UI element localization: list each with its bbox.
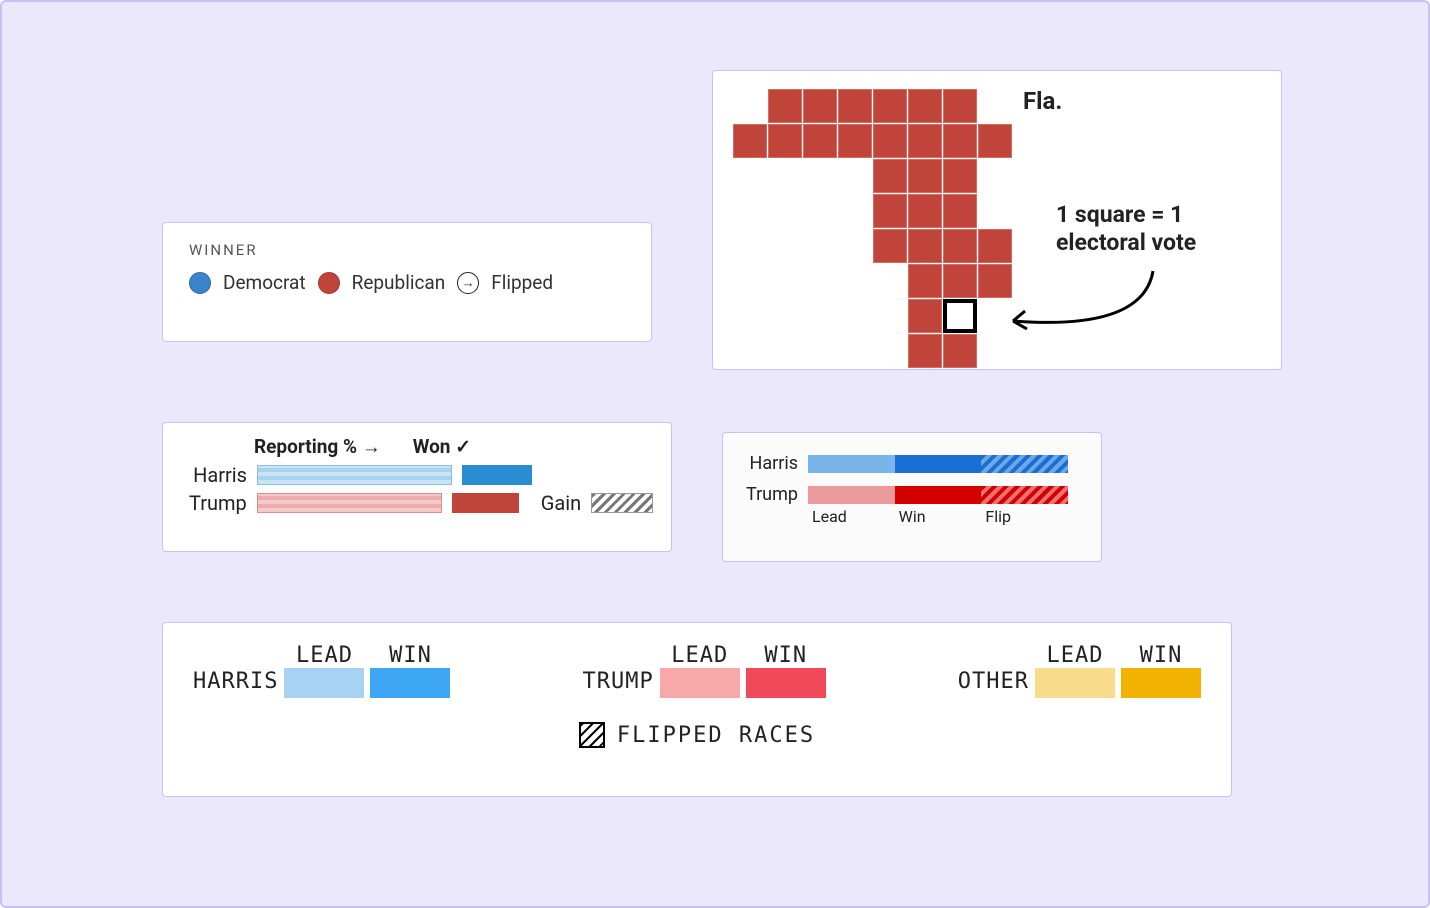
big-leadwin-legend-card: HARRIS LEAD WIN TRUMP LEAD WIN OTHER LEA… [162,622,1232,797]
republican-label: Republican [352,271,446,294]
trump-win-label: WIN [764,643,807,668]
harris-won-bar [462,465,532,485]
mini-win-label: Win [895,507,982,526]
highlighted-square [943,299,977,333]
reporting-header: Reporting % → [254,435,381,459]
harris-lead-label: LEAD [296,643,353,668]
harris-group-label: HARRIS [193,669,278,698]
other-group: OTHER LEAD WIN [958,643,1201,698]
harris-name: Harris [189,463,247,487]
flipped-label: Flipped [491,271,553,294]
trump-group: TRUMP LEAD WIN [583,643,826,698]
trump-lead-swatch [660,668,740,698]
harris-segment-bar [808,455,1068,473]
other-win-swatch [1121,668,1201,698]
harris-group: HARRIS LEAD WIN [193,643,450,698]
electoral-note: 1 square = 1 electoral vote [1056,201,1256,256]
trump-win-swatch [746,668,826,698]
other-lead-label: LEAD [1046,643,1103,668]
harris-lead-swatch [284,668,364,698]
mini-leadwinflip-card: Harris Trump Lead Win Flip [722,432,1102,562]
other-win-label: WIN [1140,643,1183,668]
winner-heading: WINNER [189,241,625,259]
flipped-icon: → [457,272,479,294]
electoral-map-card: Fla. 1 square = 1 electoral vote [712,70,1282,370]
flipped-races-label: FLIPPED RACES [617,723,815,748]
harris-win-swatch [370,668,450,698]
trump-segment-bar [808,486,1068,504]
republican-dot-icon [318,272,340,294]
winner-legend-card: WINNER Democrat Republican → Flipped [162,222,652,342]
trump-lead-label: LEAD [671,643,728,668]
mini-flip-label: Flip [981,507,1068,526]
trump-reporting-bar [257,493,442,513]
diagram-canvas: WINNER Democrat Republican → Flipped [0,0,1430,908]
harris-reporting-bar [257,465,452,485]
trump-won-bar [452,493,519,513]
won-header: Won ✓ [413,435,471,459]
harris-win-label: WIN [389,643,432,668]
mini-harris-name: Harris [743,453,798,474]
other-group-label: OTHER [958,669,1029,698]
state-abbrev: Fla. [1023,87,1062,115]
mini-trump-name: Trump [743,484,798,505]
democrat-dot-icon [189,272,211,294]
gain-label: Gain [541,491,581,515]
reporting-legend-card: Reporting % → Won ✓ Harris Trump Gain [162,422,672,552]
democrat-label: Democrat [223,271,306,294]
flipped-hatch-icon [579,722,605,748]
trump-group-label: TRUMP [583,669,654,698]
trump-name: Trump [189,491,247,515]
arrow-icon [1003,261,1163,351]
mini-lead-label: Lead [808,507,895,526]
other-lead-swatch [1035,668,1115,698]
gain-hatch-bar [591,493,653,513]
